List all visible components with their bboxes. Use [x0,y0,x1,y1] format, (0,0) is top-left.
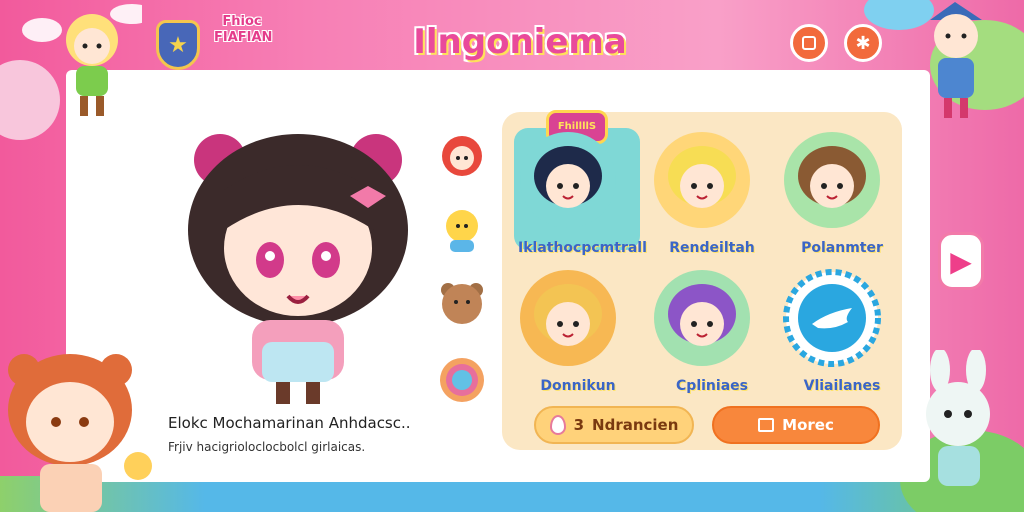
page-title: Ilngoniema [413,22,627,62]
character-portrait [520,132,616,228]
character-card[interactable]: Iklathocpcmtrall [518,130,647,256]
character-portrait [784,132,880,228]
boy-mascot [930,2,982,118]
square-icon[interactable] [790,24,828,62]
hero-name: Elokc Mochamarinan Anhdacsc.. [168,414,411,432]
character-card[interactable]: Donnikun [518,268,638,394]
bird-icon [783,269,881,367]
girl-mascot [8,354,152,512]
card-icon [758,418,775,432]
star-shield-icon[interactable]: ★ [156,20,200,70]
character-card[interactable]: Vliailanes [782,268,902,394]
character-label: Cpliniaes [676,378,748,394]
hero-character [188,134,408,404]
side-thumb-bear[interactable] [434,276,490,332]
bunny-mascot [926,350,990,486]
achievements-label: Ndrancien [592,416,679,434]
character-card[interactable]: Polanmter [782,130,902,256]
side-thumb-chick[interactable] [434,200,490,256]
egg-icon [549,415,566,435]
character-label: Donnikun [540,378,616,394]
more-label: Morec [782,416,834,434]
character-label: Vliailanes [803,378,881,394]
sparkle-icon[interactable]: ✱ [844,24,882,62]
achievements-button[interactable]: 3 Ndrancien [534,406,694,444]
character-label: Iklathocpcmtrall [518,240,647,256]
side-thumb-fox[interactable] [434,126,490,182]
achievements-count: 3 [573,416,585,434]
play-icon[interactable]: ▶ [938,232,984,290]
game-logo: Fhioc FIAFIAN [214,14,273,45]
more-button[interactable]: Morec [712,406,880,444]
character-label: Polanmter [801,240,883,256]
character-portrait [654,270,750,366]
fairy-mascot [22,4,142,116]
hero-description: Frjiv hacigrioloclocbolcl girlaicas. [168,440,366,454]
character-label: Rendeiltah [669,240,755,256]
character-portrait [520,270,616,366]
side-thumb-rainbow-blob[interactable] [434,350,490,406]
character-card[interactable]: Cpliniaes [652,268,772,394]
character-portrait [654,132,750,228]
character-card[interactable]: Rendeiltah [652,130,772,256]
